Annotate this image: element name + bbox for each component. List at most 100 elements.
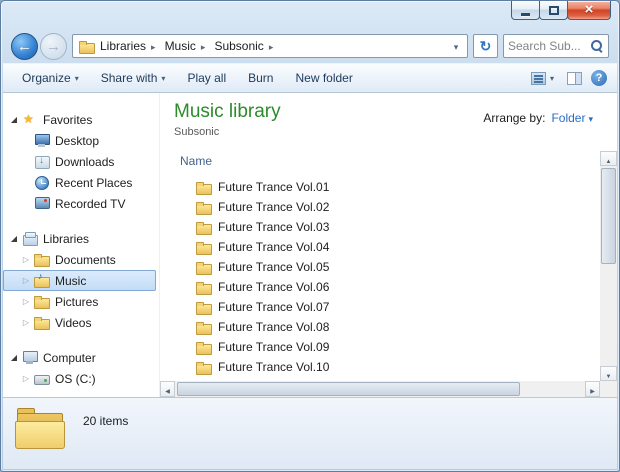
arrow-left-icon: ← [17,37,32,55]
pictures-icon [34,294,50,309]
libraries-icon [22,231,38,246]
maximize-button[interactable] [539,1,568,20]
sidebar-item-documents[interactable]: Documents [3,249,159,270]
arrow-right-icon: → [46,37,61,55]
sidebar-item-libraries[interactable]: Libraries [3,228,159,249]
preview-pane-button[interactable] [567,71,582,85]
search-icon[interactable] [590,39,604,53]
file-row[interactable]: Future Trance Vol.08 [180,317,593,337]
chevron-down-icon: ▾ [161,73,166,83]
documents-icon [34,252,50,267]
arrange-by-button[interactable]: Folder [551,111,593,125]
file-name: Future Trance Vol.05 [218,260,330,274]
horizontal-scroll-thumb[interactable] [177,382,521,396]
maximize-icon [548,5,559,15]
folder-icon [196,240,212,255]
horizontal-scrollbar[interactable] [160,381,600,397]
expander-icon[interactable] [21,318,31,328]
sidebar-item-label: Music [55,273,87,288]
file-row[interactable]: Future Trance Vol.04 [180,237,593,257]
back-button[interactable]: ← [11,32,38,60]
sidebar-item-desktop[interactable]: Desktop [3,130,159,151]
expander-icon[interactable] [9,234,19,244]
recent-places-icon [34,175,50,190]
folder-icon [196,340,212,355]
sidebar-item-label: Desktop [55,133,100,148]
sidebar-item-computer[interactable]: Computer [3,347,159,368]
column-header-name[interactable]: Name [180,154,212,168]
sidebar-item-os-c[interactable]: OS (C:) [3,368,159,389]
page-subtitle: Subsonic [174,126,220,138]
breadcrumb-item-libraries[interactable]: Libraries [97,36,162,56]
breadcrumb-item-music[interactable]: Music [162,36,212,56]
address-bar[interactable]: LibrariesMusicSubsonic [72,34,468,58]
chevron-down-icon[interactable] [449,39,463,53]
scroll-right-button[interactable] [585,381,600,397]
views-icon [530,71,546,85]
file-row[interactable]: Future Trance Vol.07 [180,297,593,317]
sidebar-item-downloads[interactable]: Downloads [3,151,159,172]
sidebar-item-recorded-tv[interactable]: Recorded TV [3,193,159,214]
folder-icon [196,320,212,335]
expander-icon[interactable] [21,276,31,286]
sidebar-section-computer: Computer OS (C:) [3,347,159,389]
downloads-icon [34,154,50,169]
library-header: Music library Subsonic Arrange by: Folde… [160,93,617,138]
sidebar-section-libraries: Libraries Documents Music Pictures Videos [3,228,159,333]
toolbar-button-label: New folder [295,71,353,85]
toolbar-button-play-all[interactable]: Play all [178,67,235,89]
refresh-button[interactable] [473,34,498,58]
search-box[interactable] [503,34,609,58]
forward-button[interactable]: → [40,32,67,60]
expander-icon[interactable] [21,374,31,384]
help-button[interactable] [591,70,607,86]
sidebar-item-music[interactable]: Music [3,270,156,291]
expander-icon[interactable] [9,353,19,363]
sidebar-item-recent-places[interactable]: Recent Places [3,172,159,193]
expander-icon[interactable] [9,115,19,125]
expander-icon[interactable] [21,297,31,307]
toolbar-button-burn[interactable]: Burn [239,67,282,89]
arrange-by-label: Arrange by: [483,111,546,125]
scroll-left-button[interactable] [160,381,175,397]
file-row[interactable]: Future Trance Vol.10 [180,357,593,377]
file-name: Future Trance Vol.02 [218,200,330,214]
caption-buttons [511,1,611,20]
breadcrumb-item-subsonic[interactable]: Subsonic [211,36,279,56]
file-name: Future Trance Vol.10 [218,360,330,374]
views-button[interactable]: ▾ [527,69,558,88]
file-row[interactable]: Future Trance Vol.03 [180,217,593,237]
scroll-down-button[interactable] [600,366,617,381]
chevron-down-icon: ▾ [74,73,79,83]
toolbar-button-share-with[interactable]: Share with ▾ [92,67,175,89]
file-row[interactable]: Future Trance Vol.09 [180,337,593,357]
scroll-up-button[interactable] [600,151,617,166]
folder-icon [196,300,212,315]
file-row[interactable]: Future Trance Vol.02 [180,197,593,217]
explorer-window: ← → LibrariesMusicSubsonic Organize▾Shar… [0,0,620,472]
file-row[interactable]: Future Trance Vol.05 [180,257,593,277]
toolbar-button-organize[interactable]: Organize ▾ [13,67,88,89]
search-input[interactable] [508,39,590,53]
location-folder-icon [79,39,95,54]
sidebar-item-pictures[interactable]: Pictures [3,291,159,312]
file-row[interactable]: Future Trance Vol.06 [180,277,593,297]
arrange-by: Arrange by: Folder [483,111,593,125]
file-name: Future Trance Vol.03 [218,220,330,234]
sidebar-item-label: Favorites [43,112,93,127]
vertical-scrollbar[interactable] [600,151,617,381]
toolbar-button-label: Burn [248,71,274,85]
close-button[interactable] [567,1,611,20]
toolbar: Organize ▾ Share with ▾ Play all Burn New fold… [3,63,617,93]
vertical-scroll-thumb[interactable] [601,168,616,264]
minimize-button[interactable] [511,1,540,20]
file-row[interactable]: Future Trance Vol.01 [180,177,593,197]
sidebar-item-label: Recorded TV [55,196,126,211]
arrow-up-icon [606,152,612,166]
sidebar-item-videos[interactable]: Videos [3,312,159,333]
sidebar-item-favorites[interactable]: Favorites [3,109,159,130]
computer-icon [22,350,38,365]
expander-icon[interactable] [21,255,31,265]
favorites-star-icon [22,112,38,127]
toolbar-button-new-folder[interactable]: New folder [286,67,361,89]
